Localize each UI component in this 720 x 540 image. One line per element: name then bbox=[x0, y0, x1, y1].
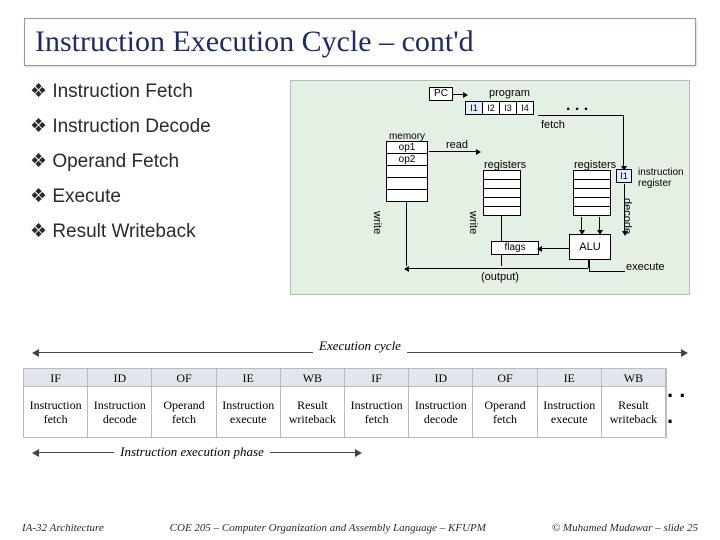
arrow-output-v bbox=[588, 260, 589, 268]
arrow-alu-flags bbox=[539, 248, 569, 249]
arrow-fetch-v bbox=[623, 115, 624, 169]
execute-label: execute bbox=[626, 261, 665, 273]
page-title: Instruction Execution Cycle – cont'd bbox=[35, 25, 685, 59]
program-label: program bbox=[489, 87, 530, 99]
ir-label: instruction register bbox=[638, 167, 688, 189]
timeline-ellipsis: . . . bbox=[666, 368, 696, 438]
memory-label: memory bbox=[386, 131, 428, 142]
arrow-pc-prog bbox=[453, 94, 466, 95]
decode-label: decode bbox=[621, 198, 633, 234]
footer: IA-32 Architecture COE 205 – Computer Or… bbox=[0, 522, 720, 534]
execution-cycle-caption: Execution cycle bbox=[313, 338, 407, 354]
footer-left: IA-32 Architecture bbox=[22, 522, 104, 534]
footer-center: COE 205 – Computer Organization and Asse… bbox=[170, 522, 486, 534]
instruction-register: I1 bbox=[616, 169, 632, 183]
bullet-item: ❖ Instruction Fetch bbox=[30, 80, 264, 103]
bullet-item: ❖ Operand Fetch bbox=[30, 150, 264, 173]
instr-cell: I1 bbox=[465, 101, 483, 115]
alu-box: ALU bbox=[569, 234, 611, 260]
arrow-execute-v bbox=[589, 260, 590, 271]
write-label-2: write bbox=[467, 211, 479, 234]
memory-block: memory op1 op2 bbox=[386, 131, 428, 202]
bullet-item: ❖ Result Writeback bbox=[30, 220, 264, 243]
title-box: Instruction Execution Cycle – cont'd bbox=[24, 18, 696, 66]
arrow-fetch-h bbox=[538, 115, 623, 116]
arrow-write-mem bbox=[406, 201, 407, 266]
pc-box: PC bbox=[429, 87, 453, 101]
arrow-output bbox=[406, 268, 588, 269]
arrow-reg-alu-2 bbox=[599, 217, 600, 233]
instr-cell: I2 bbox=[482, 101, 500, 115]
footer-right: © Muhamed Mudawar – slide 25 bbox=[552, 522, 698, 534]
fetch-label: fetch bbox=[541, 119, 565, 131]
timeline-grid: IFInstruction fetch IDInstruction decode… bbox=[24, 368, 696, 438]
ellipsis: . . . bbox=[566, 97, 588, 115]
arrow-reg-alu-1 bbox=[581, 217, 582, 233]
program-row: I1 I2 I3 I4 bbox=[466, 101, 534, 115]
bullet-list: ❖ Instruction Fetch ❖ Instruction Decode… bbox=[24, 80, 264, 255]
write-label-1: write bbox=[371, 211, 383, 234]
registers-block-2 bbox=[573, 171, 611, 216]
read-label: read bbox=[446, 139, 468, 151]
flags-box: flags bbox=[491, 241, 539, 255]
bullet-item: ❖ Instruction Decode bbox=[30, 115, 264, 138]
registers-block-1 bbox=[483, 171, 521, 216]
mem-row bbox=[386, 189, 428, 202]
slide: Instruction Execution Cycle – cont'd ❖ I… bbox=[0, 0, 720, 540]
instr-cell: I4 bbox=[516, 101, 534, 115]
bullet-item: ❖ Execute bbox=[30, 185, 264, 208]
cycle-diagram: PC program I1 I2 I3 I4 . . . fetch memor… bbox=[290, 80, 690, 295]
instr-cell: I3 bbox=[499, 101, 517, 115]
phase-caption: Instruction execution phase bbox=[114, 444, 270, 460]
output-label: (output) bbox=[481, 271, 519, 283]
arrow-read bbox=[429, 151, 479, 152]
timeline-diagram: Execution cycle IFInstruction fetch IDIn… bbox=[24, 342, 696, 462]
arrow-execute bbox=[589, 271, 625, 272]
